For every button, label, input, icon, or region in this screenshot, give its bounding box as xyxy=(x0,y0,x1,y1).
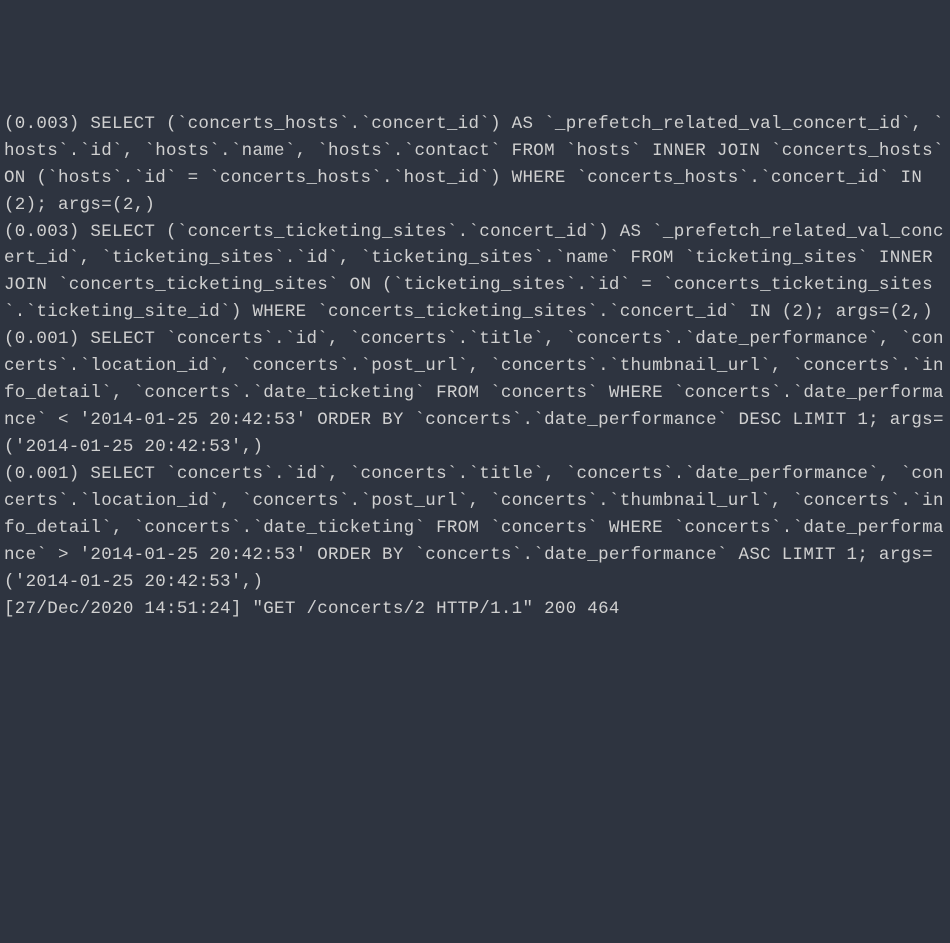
sql-log-line: (0.001) SELECT `concerts`.`id`, `concert… xyxy=(4,329,944,457)
sql-log-line: (0.003) SELECT (`concerts_hosts`.`concer… xyxy=(4,114,950,215)
sql-log-line: (0.003) SELECT (`concerts_ticketing_site… xyxy=(4,222,944,323)
terminal-output: (0.003) SELECT (`concerts_hosts`.`concer… xyxy=(4,111,946,809)
http-log-line: [27/Dec/2020 14:51:24] "GET /concerts/2 … xyxy=(4,599,620,619)
sql-log-line: (0.001) SELECT `concerts`.`id`, `concert… xyxy=(4,464,944,592)
